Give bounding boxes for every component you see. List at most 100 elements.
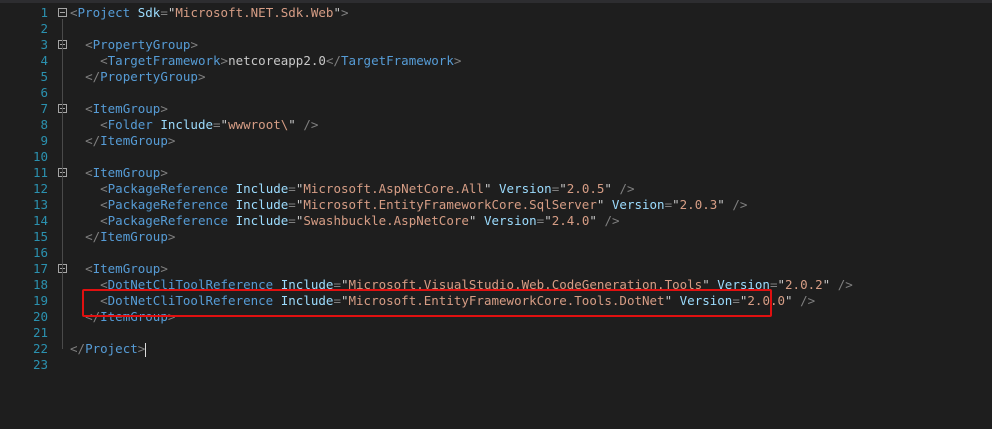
code-token: </	[85, 229, 101, 244]
code-token: Include	[235, 197, 289, 212]
code-token: PackageReference	[107, 197, 229, 212]
code-line[interactable]: 8 <Folder Include="wwwroot\" />	[0, 117, 992, 133]
code-token: "	[220, 117, 229, 132]
code-line[interactable]: 15 </ItemGroup>	[0, 229, 992, 245]
code-line[interactable]: 21	[0, 325, 992, 341]
code-line[interactable]: 2	[0, 21, 992, 37]
code-token: >	[220, 53, 229, 68]
code-line[interactable]: 14 <PackageReference Include= " Swashbuckl…	[0, 213, 992, 229]
code-token: TargetFramework	[107, 53, 221, 68]
code-token: <	[85, 165, 93, 180]
line-number: 14	[32, 213, 48, 228]
code-token: ItemGroup	[100, 229, 168, 244]
code-token: Version	[483, 213, 537, 228]
code-token: <	[85, 101, 93, 116]
code-line[interactable]: 4 <TargetFramework>netcoreapp2.0</Target…	[0, 53, 992, 69]
line-number: 11	[32, 165, 48, 180]
code-token: />	[837, 277, 853, 292]
code-line[interactable]: 3 <PropertyGroup>	[0, 37, 992, 53]
code-token: wwwroot\	[228, 117, 289, 132]
code-token: =	[213, 117, 221, 132]
code-token: </	[325, 53, 341, 68]
line-number: 13	[32, 197, 48, 212]
line-number: 22	[32, 341, 48, 356]
code-token: Project	[77, 5, 131, 20]
code-token: =	[664, 197, 673, 212]
code-token: >	[453, 53, 462, 68]
line-number: 12	[32, 181, 48, 196]
code-token: netcoreapp2.0	[228, 53, 326, 68]
code-token: =	[160, 5, 168, 20]
code-token: "	[483, 181, 492, 196]
code-token: =	[288, 181, 296, 196]
code-line[interactable]: 12 <PackageReference Include="Microsoft.…	[0, 181, 992, 197]
code-token: 2.4.0	[551, 213, 590, 228]
code-line[interactable]: 9 </ItemGroup>	[0, 133, 992, 149]
collapse-toggle-icon[interactable]	[58, 8, 67, 17]
code-editor[interactable]: 1 <Project Sdk="Microsoft.NET.Sdk.Web"> 2 3…	[0, 5, 992, 373]
line-number: 7	[40, 101, 48, 116]
code-line[interactable]: 17 <ItemGroup>	[0, 261, 992, 277]
code-token: <	[100, 117, 108, 132]
line-number: 3	[40, 37, 48, 52]
code-text: <PackageReference Include= " Swashbuckle.A…	[70, 213, 620, 229]
code-text: <ItemGroup>	[70, 261, 168, 277]
code-token: >	[160, 101, 168, 116]
code-token: "	[544, 213, 552, 228]
line-number: 8	[40, 117, 48, 132]
code-token: "	[777, 277, 786, 292]
code-line[interactable]: 5 </PropertyGroup>	[0, 69, 992, 85]
code-line[interactable]: 7 <ItemGroup>	[0, 101, 992, 117]
code-line[interactable]: 16	[0, 245, 992, 261]
code-text: <ItemGroup>	[70, 101, 168, 117]
line-number: 18	[32, 277, 48, 292]
code-token: ItemGroup	[92, 261, 161, 276]
code-line[interactable]: 10	[0, 149, 992, 165]
line-number: 6	[40, 85, 48, 100]
text-cursor	[145, 342, 147, 357]
code-token: Microsoft.NET.Sdk.Web	[175, 5, 334, 20]
code-line[interactable]: 11 <ItemGroup>	[0, 165, 992, 181]
code-line[interactable]: 13 <PackageReference Include="Microsoft.…	[0, 197, 992, 213]
code-token: Include	[235, 181, 289, 196]
line-number: 15	[32, 229, 48, 244]
code-token: 2.0.5	[566, 181, 605, 196]
code-token: =	[288, 213, 296, 228]
code-token: <	[85, 37, 93, 52]
line-number: 9	[40, 133, 48, 148]
code-token: Folder	[107, 117, 153, 132]
code-token: Include	[160, 117, 214, 132]
code-token: <	[100, 197, 108, 212]
code-text: </ItemGroup>	[70, 133, 175, 149]
code-token: Version	[499, 181, 552, 196]
code-token: <	[100, 213, 108, 228]
line-number: 1	[40, 5, 48, 20]
code-token: >	[167, 133, 176, 148]
code-token: ItemGroup	[92, 101, 161, 116]
code-token: />	[303, 117, 319, 132]
code-token: >	[137, 341, 146, 356]
code-line[interactable]: 23	[0, 357, 992, 373]
code-text: <PackageReference Include="Microsoft.Ent…	[70, 197, 747, 213]
code-token: />	[604, 213, 620, 228]
code-line[interactable]: 6	[0, 85, 992, 101]
code-token: >	[197, 69, 206, 84]
line-number: 5	[40, 69, 48, 84]
code-text: </PropertyGroup>	[70, 69, 206, 85]
code-text: </Project>	[70, 341, 147, 357]
code-line[interactable]: 22 </Project>	[0, 341, 992, 357]
line-number: 23	[32, 357, 48, 372]
code-token: TargetFramework	[340, 53, 454, 68]
code-token: "	[717, 197, 725, 212]
code-token: />	[800, 293, 816, 308]
code-line[interactable]: 1 <Project Sdk="Microsoft.NET.Sdk.Web">	[0, 5, 992, 21]
line-number: 17	[32, 261, 48, 276]
